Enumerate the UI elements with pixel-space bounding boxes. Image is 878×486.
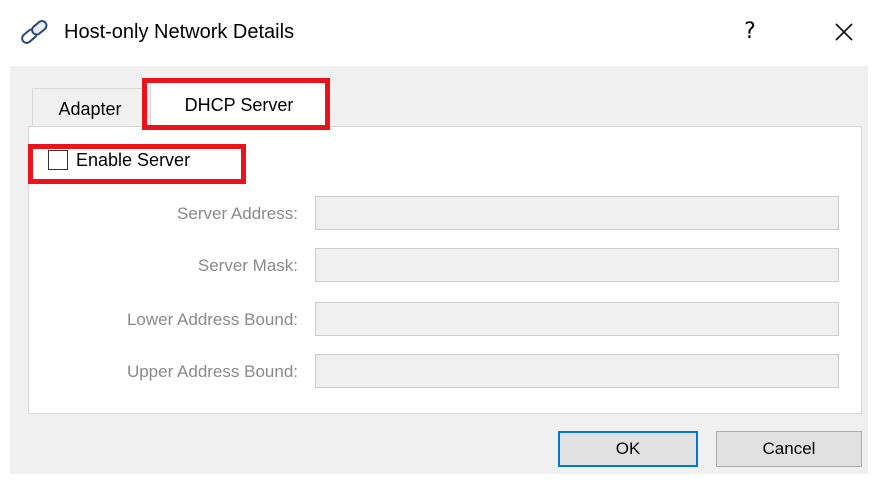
server-address-input[interactable] [315,196,839,230]
dialog-body: Adapter DHCP Server Enable Server Server… [10,66,868,474]
tab-adapter[interactable]: Adapter [32,88,148,127]
enable-server-label[interactable]: Enable Server [76,148,190,172]
upper-address-bound-label: Upper Address Bound: [126,362,298,381]
close-icon [824,23,864,54]
lower-address-bound-input[interactable] [315,302,839,336]
server-mask-input[interactable] [315,248,839,282]
network-link-icon [18,17,52,47]
window-title: Host-only Network Details [64,21,295,43]
ok-button[interactable]: OK [558,431,698,467]
title-bar: Host-only Network Details ? [0,0,878,66]
tab-dhcp-server[interactable]: DHCP Server [150,82,328,127]
server-mask-label: Server Mask: [197,256,298,275]
enable-server-checkbox[interactable] [48,150,68,170]
help-button[interactable]: ? [730,14,770,50]
server-address-label: Server Address: [177,204,298,223]
close-button[interactable] [824,14,864,50]
cancel-button[interactable]: Cancel [716,431,862,467]
lower-address-bound-label: Lower Address Bound: [126,310,298,329]
upper-address-bound-input[interactable] [315,354,839,388]
